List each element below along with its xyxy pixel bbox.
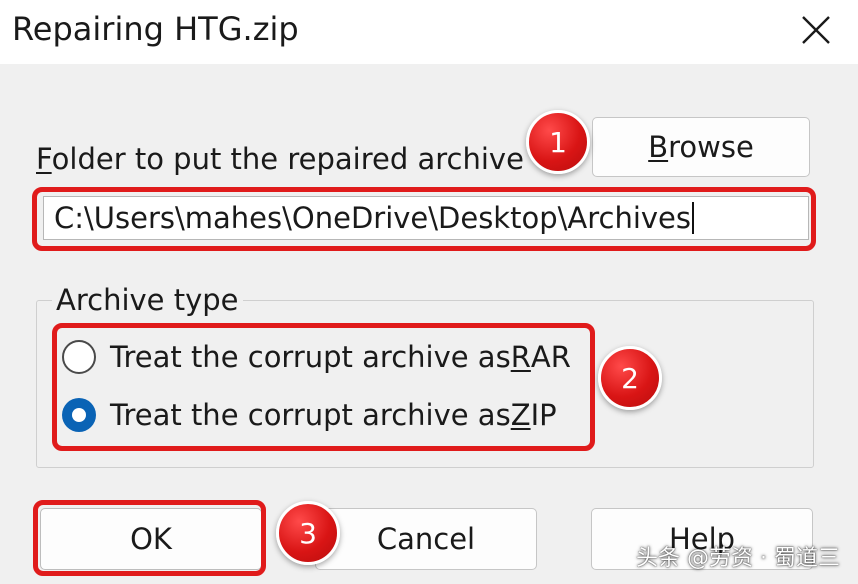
folder-label: Folder to put the repaired archive — [36, 142, 524, 176]
window-title: Repairing HTG.zip — [12, 10, 299, 48]
repair-dialog: Repairing HTG.zip Folder to put the repa… — [0, 0, 858, 584]
folder-label-text: older to put the repaired archive — [51, 142, 524, 176]
browse-button[interactable]: Browse — [592, 117, 810, 177]
step-badge-3: 3 — [276, 501, 340, 565]
title-bar: Repairing HTG.zip — [0, 0, 858, 64]
step-badge-2: 2 — [598, 346, 662, 410]
browse-accel: B — [648, 130, 669, 164]
highlight-archive-type — [52, 323, 595, 451]
close-icon — [801, 15, 831, 49]
archive-type-legend: Archive type — [52, 283, 243, 317]
step-badge-1: 1 — [526, 110, 590, 174]
close-button[interactable] — [790, 8, 842, 56]
watermark: 头条 @劳资 · 蜀道三 — [636, 546, 840, 571]
highlight-path — [32, 187, 816, 251]
folder-label-accel: F — [36, 142, 52, 176]
highlight-ok — [33, 500, 266, 576]
browse-label: rowse — [668, 130, 754, 164]
cancel-button[interactable]: Cancel — [315, 508, 537, 570]
